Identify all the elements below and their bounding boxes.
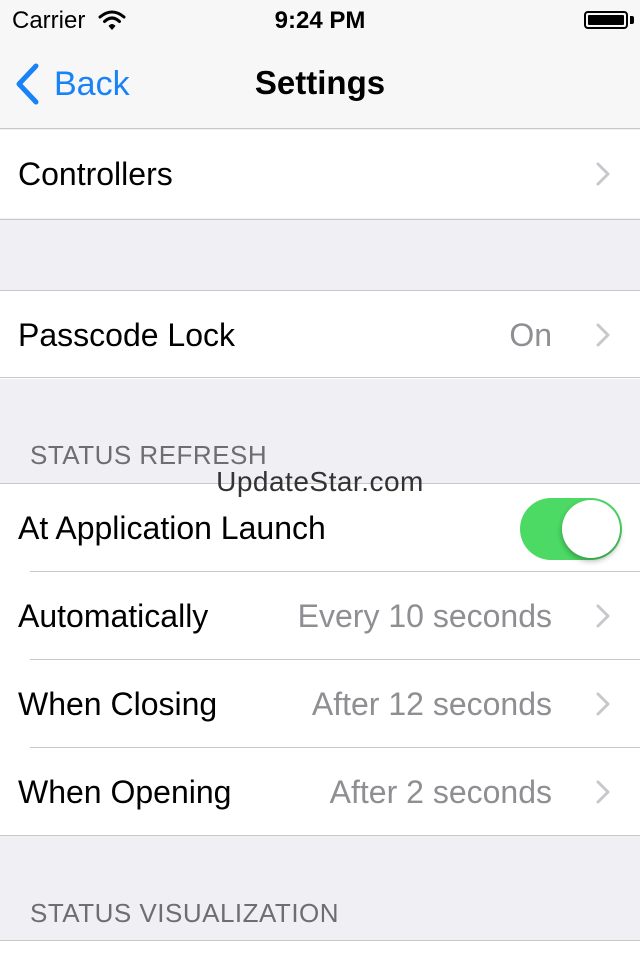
watermark: UpdateStar.com <box>216 466 424 497</box>
status-bar: Carrier 9:24 PM <box>0 0 640 40</box>
when-closing-row[interactable]: When Closing After 12 seconds <box>0 660 640 748</box>
battery-nub <box>630 16 634 24</box>
status-visualization-row-partial <box>0 941 640 960</box>
toggle-knob <box>562 500 620 558</box>
when-closing-label: When Closing <box>18 686 218 722</box>
battery-icon <box>584 11 628 29</box>
when-opening-value: After 2 seconds <box>329 774 552 810</box>
chevron-right-icon <box>596 604 610 628</box>
passcode-lock-label: Passcode Lock <box>18 317 236 353</box>
automatically-value: Every 10 seconds <box>297 598 552 634</box>
status-time: 9:24 PM <box>274 7 366 34</box>
automatically-row[interactable]: Automatically Every 10 seconds <box>0 572 640 660</box>
status-visualization-header: STATUS VISUALIZATION <box>30 898 340 928</box>
controllers-row[interactable]: Controllers <box>0 130 640 218</box>
when-opening-row[interactable]: When Opening After 2 seconds <box>0 748 640 836</box>
controllers-label: Controllers <box>18 156 173 192</box>
when-opening-label: When Opening <box>18 774 232 810</box>
automatically-label: Automatically <box>18 598 209 634</box>
chevron-right-icon <box>596 692 610 716</box>
page-title: Settings <box>254 64 386 101</box>
passcode-lock-value: On <box>509 317 552 353</box>
chevron-right-icon <box>596 323 610 347</box>
divider <box>0 835 640 836</box>
passcode-lock-row[interactable]: Passcode Lock On <box>0 291 640 379</box>
divider <box>0 377 640 378</box>
chevron-right-icon <box>596 780 610 804</box>
chevron-right-icon <box>596 162 610 186</box>
when-closing-value: After 12 seconds <box>311 686 552 722</box>
navigation-bar: Back Settings <box>0 40 640 129</box>
divider <box>0 219 640 220</box>
at-application-launch-toggle[interactable] <box>520 498 622 560</box>
